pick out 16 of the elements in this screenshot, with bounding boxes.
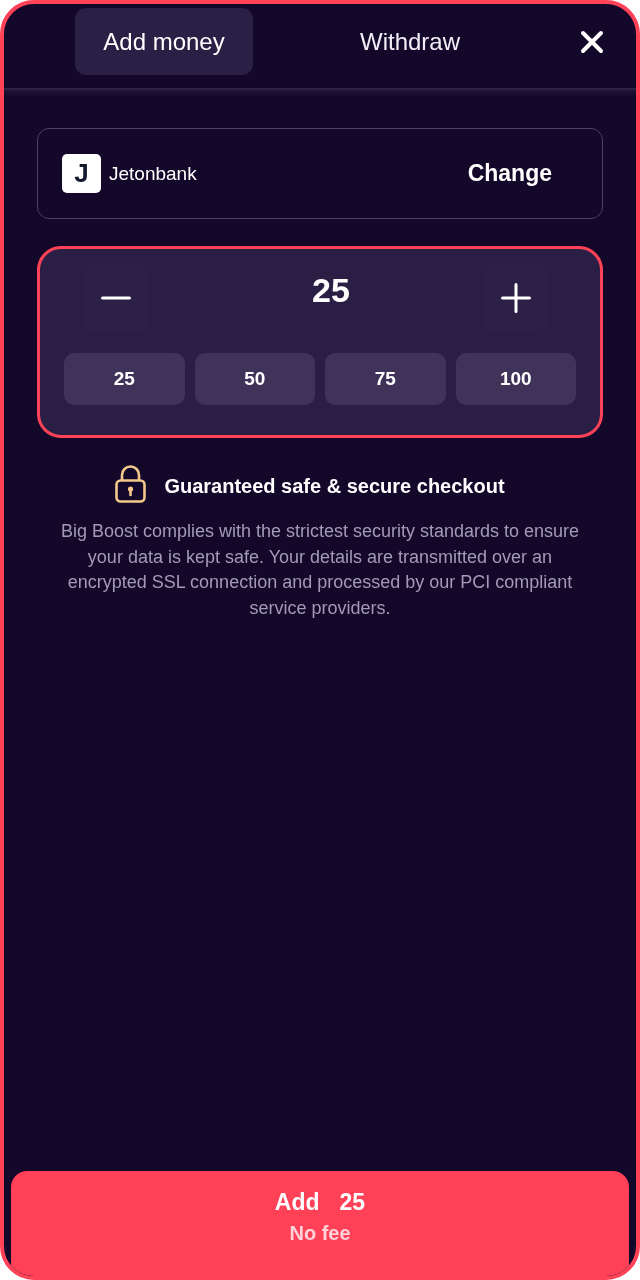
close-icon xyxy=(580,29,604,54)
bank-name: Jetonbank xyxy=(109,162,197,185)
tab[interactable]: Withdraw xyxy=(321,8,499,75)
amount-value: 25 xyxy=(312,271,350,310)
padlock-icon xyxy=(115,465,147,503)
security-description: Big Boost complies with the strictest security standards to ensure your data is kept safe. Your details are transmitted over an encrypted SSL connection and processed by our PCI compliant service providers. xyxy=(59,520,581,621)
security-title: Guaranteed safe & secure checkout xyxy=(164,474,505,498)
change-button[interactable]: Change xyxy=(455,152,564,195)
minus-icon xyxy=(101,296,131,300)
preset-amount-button[interactable]: 75 xyxy=(325,353,446,405)
preset-amount-button[interactable]: 100 xyxy=(455,353,576,405)
tab[interactable]: Add money xyxy=(75,8,253,75)
preset-amount-button[interactable]: 25 xyxy=(64,353,185,405)
plus-icon xyxy=(501,283,531,313)
bank-logo: J xyxy=(62,154,101,193)
preset-amount-button[interactable]: 50 xyxy=(194,353,315,405)
